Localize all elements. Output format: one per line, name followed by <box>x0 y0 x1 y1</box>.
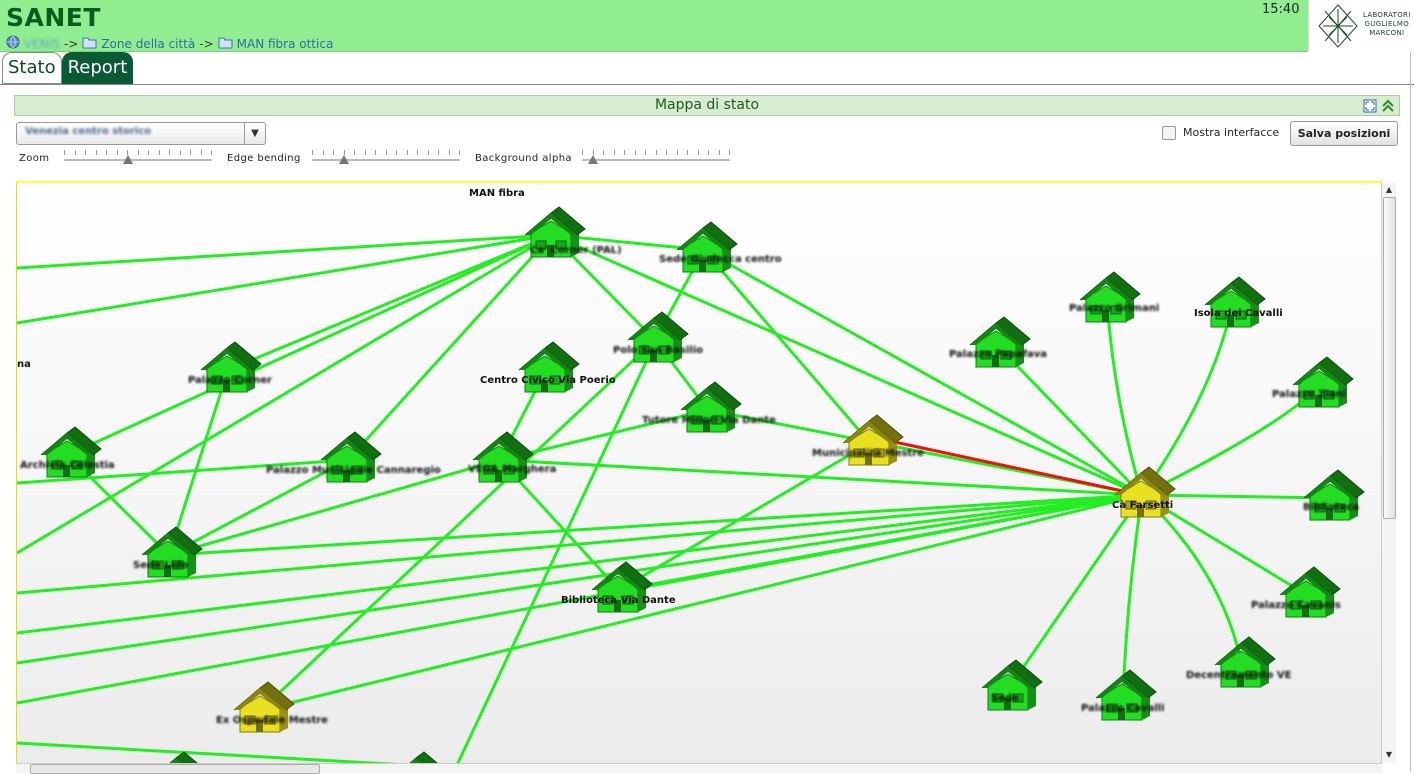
link-line <box>346 233 554 462</box>
breadcrumb-root[interactable]: VENIS <box>24 37 60 51</box>
folder-icon <box>82 36 97 52</box>
breadcrumb-separator: -> <box>199 36 214 51</box>
show-interfaces-label: Mostra interfacce <box>1183 126 1280 139</box>
node-label: Ca' Corner (PAL) <box>530 245 622 256</box>
node-label: Palazzo Cavanis <box>1251 600 1341 611</box>
node-label: Biblioteca <box>1303 502 1360 513</box>
link-line <box>227 233 553 372</box>
link-line <box>1141 383 1322 497</box>
panel-title: Mappa di stato <box>654 97 760 113</box>
edge-bending-label: Edge bending <box>227 153 301 164</box>
node-label: Palazzo Cavalli <box>1081 703 1165 714</box>
node-label: Sede Giudecca centro <box>659 254 782 265</box>
vertical-scroll-thumb[interactable] <box>1383 197 1396 519</box>
fullscreen-icon[interactable] <box>1363 99 1377 113</box>
app-header: SANET VENIS -> Zone della città -> MAN f… <box>0 0 1308 52</box>
save-positions-button[interactable]: Salva posizioni <box>1290 121 1398 146</box>
link-line <box>17 233 553 555</box>
link-line <box>17 233 553 270</box>
node-label: Sede Lido <box>133 560 189 571</box>
node-label: Palazzo Grimani <box>1069 303 1160 314</box>
link-line <box>1140 304 1234 496</box>
node-label: Sede <box>991 693 1019 704</box>
show-interfaces-checkbox[interactable] <box>1162 126 1176 140</box>
group-label: MAN fibra <box>469 188 525 199</box>
logo-text: LABORATORI GUGLIELMO MARCONI <box>1363 11 1411 37</box>
edge-bending-slider[interactable] <box>312 150 460 164</box>
house-icon[interactable] <box>1079 271 1141 323</box>
background-alpha-slider[interactable] <box>582 150 730 164</box>
collapse-icon[interactable] <box>1381 99 1395 113</box>
link-line <box>1141 493 1332 500</box>
tab-stato[interactable]: Stato <box>2 52 62 84</box>
link-line <box>259 338 657 712</box>
map-select[interactable]: Venezia centro storico ▼ <box>16 122 266 145</box>
breadcrumb-separator: -> <box>63 36 79 51</box>
node-label: Isola dei Cavalli <box>1194 308 1283 319</box>
logo-mark-icon <box>1318 4 1358 48</box>
node-label: Cà Farsetti <box>1112 500 1174 511</box>
breadcrumb: VENIS -> Zone della città -> MAN fibra o… <box>6 35 333 52</box>
background-alpha-label: Background alpha <box>475 153 572 164</box>
link-line <box>995 343 1144 497</box>
node-label: Centro Civico Via Poerio <box>480 375 616 386</box>
link-line <box>17 233 553 325</box>
node-label: Biblioteca Via Dante <box>561 595 676 606</box>
node-label: Palazzo Ziani <box>1272 389 1346 400</box>
house-icon[interactable] <box>1204 276 1266 328</box>
edge-label: na <box>17 359 31 370</box>
link-line <box>455 342 657 765</box>
breadcrumb-item-zone[interactable]: Zone della città <box>101 37 195 51</box>
node-label: Polo San Basilio <box>613 345 704 356</box>
map-select-value: Venezia centro storico <box>25 126 152 137</box>
app-title: SANET <box>6 3 101 32</box>
node-label: VEGA Marghera <box>468 464 557 475</box>
link-line <box>17 741 408 765</box>
map-edges <box>17 206 1365 765</box>
logo: LABORATORI GUGLIELMO MARCONI <box>1308 0 1414 52</box>
chevron-down-icon[interactable]: ▼ <box>244 123 265 144</box>
tab-report[interactable]: Report <box>61 52 134 84</box>
scroll-up-icon[interactable]: ▲ <box>1383 184 1395 196</box>
page-border <box>1410 52 1411 772</box>
node-label: Palazzo Corner <box>188 375 272 386</box>
globe-icon <box>6 35 20 52</box>
clock: 15:40 <box>1262 2 1300 17</box>
zoom-label: Zoom <box>19 153 50 164</box>
node-label: Ex Ospedale Mestre <box>216 715 328 726</box>
tab-divider <box>0 84 1414 85</box>
link-line <box>1140 493 1244 666</box>
zoom-slider[interactable] <box>64 150 212 164</box>
node-label: Decentramento VE <box>1186 670 1292 681</box>
horizontal-scroll-thumb[interactable] <box>30 764 320 774</box>
folder-icon <box>218 36 233 52</box>
link-line <box>168 493 1143 557</box>
breadcrumb-item-man[interactable]: MAN fibra ottica <box>237 37 334 51</box>
link-line <box>67 233 553 457</box>
node-label: Palazzo Papafava <box>949 349 1048 360</box>
link-line <box>1121 494 1144 699</box>
node-label: Archivio Celestia <box>20 460 115 471</box>
scroll-down-icon[interactable]: ▼ <box>1383 749 1395 761</box>
node-label: Tutore Minori Via Dante <box>642 415 776 426</box>
tab-bar: Stato Report <box>2 52 134 84</box>
node-label: Municipalità Mestre <box>812 448 924 459</box>
status-map[interactable]: MAN fibra na Ca' Corner (PAL) Sede Giudec… <box>16 181 1382 766</box>
node-label: Palazzo Municipale Cannaregio <box>266 465 441 476</box>
panel-header: Mappa di stato <box>14 95 1400 116</box>
vertical-scrollbar[interactable]: ▲ ▼ <box>1381 183 1396 763</box>
